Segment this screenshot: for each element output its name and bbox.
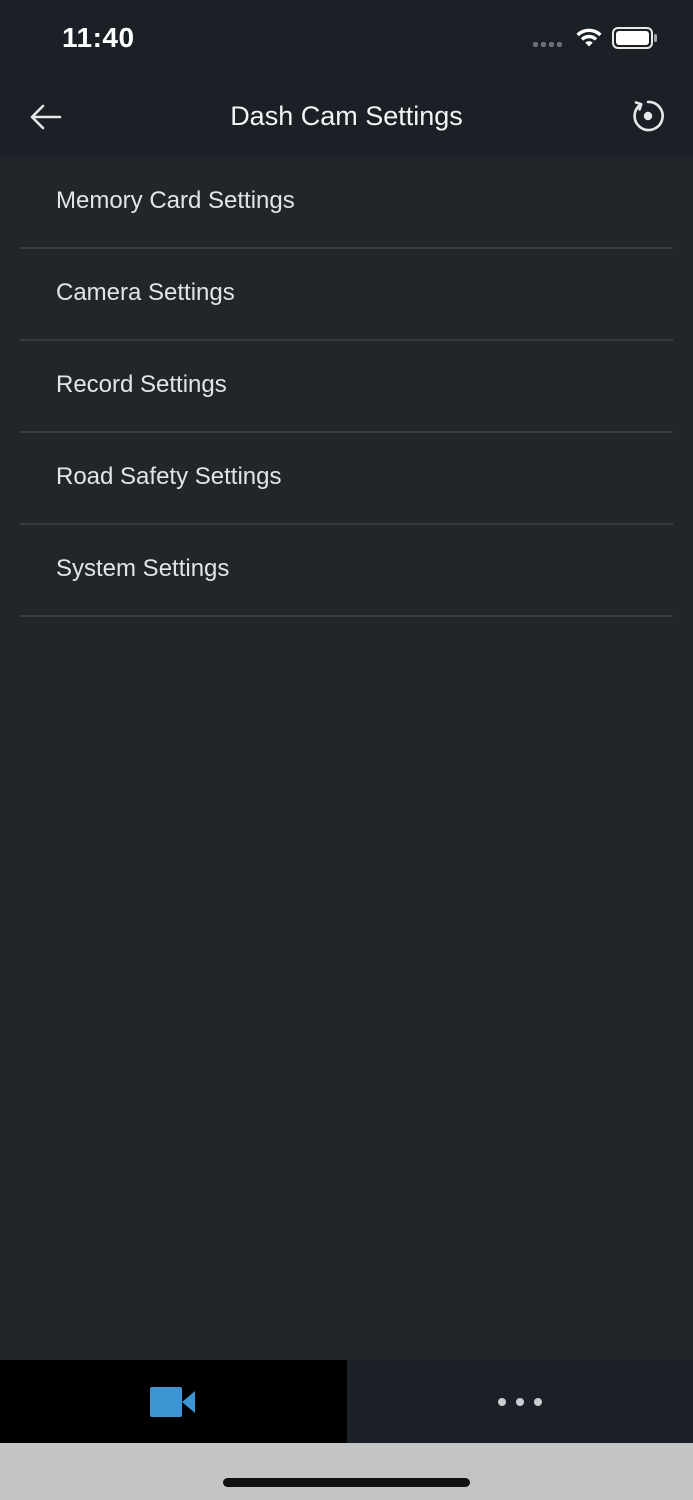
settings-item-record[interactable]: Record Settings (0, 341, 693, 433)
settings-item-camera[interactable]: Camera Settings (0, 249, 693, 341)
dash-cam-settings-screen: 11:40 Dash Cam Settings Memory Card Sett… (0, 0, 693, 1500)
tab-dash-cam[interactable] (0, 1360, 347, 1443)
settings-item-label: System Settings (56, 555, 230, 582)
home-indicator-area (0, 1443, 693, 1500)
settings-item-label: Memory Card Settings (56, 187, 295, 214)
settings-item-road-safety[interactable]: Road Safety Settings (0, 433, 693, 525)
back-button[interactable] (24, 96, 66, 138)
settings-item-memory-card[interactable]: Memory Card Settings (0, 157, 693, 249)
page-title: Dash Cam Settings (230, 101, 463, 131)
status-bar: 11:40 (0, 0, 693, 76)
settings-item-label: Road Safety Settings (56, 463, 282, 490)
battery-icon (612, 27, 657, 49)
settings-item-system[interactable]: System Settings (0, 525, 693, 617)
cellular-signal-icon (533, 40, 567, 48)
video-camera-icon (150, 1386, 196, 1417)
wifi-icon (576, 28, 602, 47)
settings-list: Memory Card Settings Camera Settings Rec… (0, 157, 693, 617)
settings-item-label: Record Settings (56, 371, 227, 398)
tab-more[interactable] (346, 1360, 693, 1443)
bottom-tab-bar (0, 1360, 693, 1443)
reset-button[interactable] (626, 94, 670, 138)
more-icon (497, 1397, 542, 1406)
settings-item-label: Camera Settings (56, 279, 235, 306)
app-header: Dash Cam Settings (0, 76, 693, 157)
home-indicator[interactable] (223, 1478, 470, 1487)
reset-icon (633, 100, 664, 132)
status-time: 11:40 (62, 22, 135, 53)
arrow-left-icon (30, 104, 62, 130)
